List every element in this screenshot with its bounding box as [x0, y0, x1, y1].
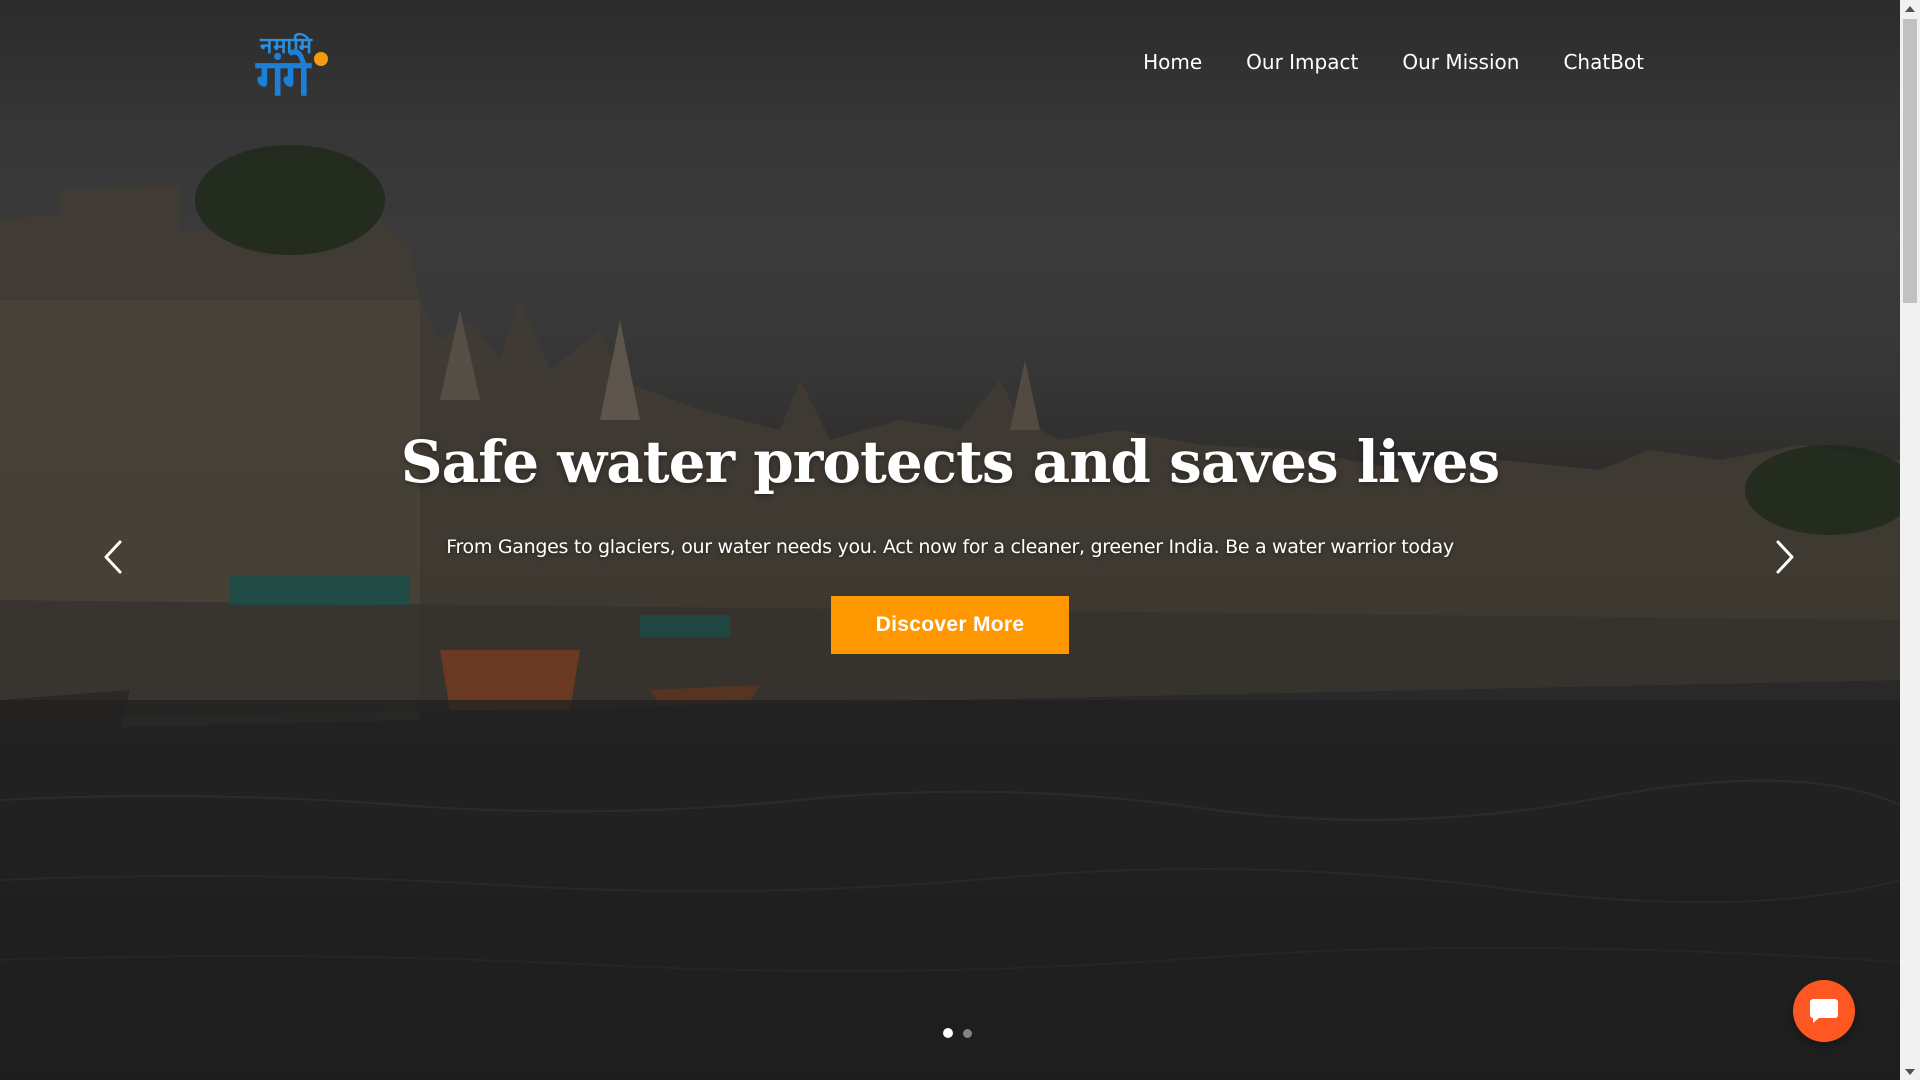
hero-subtitle: From Ganges to glaciers, our water needs…: [446, 536, 1454, 558]
arrow-up-icon: [1905, 5, 1915, 12]
vertical-scrollbar[interactable]: [1900, 0, 1920, 1080]
chevron-right-icon: [1776, 540, 1794, 574]
carousel-dot-1[interactable]: [943, 1028, 953, 1038]
discover-more-button[interactable]: Discover More: [831, 596, 1069, 654]
carousel-dot-2[interactable]: [963, 1028, 972, 1038]
arrow-down-icon: [1905, 1068, 1915, 1075]
carousel-indicators: [943, 1028, 972, 1038]
carousel-next-button[interactable]: [1767, 534, 1803, 580]
chevron-left-icon: [104, 540, 122, 574]
chat-widget-button[interactable]: [1793, 980, 1855, 1042]
scroll-thumb[interactable]: [1903, 19, 1917, 303]
hero-title: Safe water protects and saves lives: [400, 428, 1500, 496]
carousel-prev-button[interactable]: [95, 534, 131, 580]
scroll-up-button[interactable]: [1900, 0, 1920, 17]
page: नमामि गंगे Home Our Impact Our Mission C…: [0, 0, 1920, 1080]
chat-bubble-icon: [1810, 999, 1838, 1023]
hero-content: Safe water protects and saves lives From…: [0, 0, 1900, 1080]
scroll-down-button[interactable]: [1900, 1063, 1920, 1080]
